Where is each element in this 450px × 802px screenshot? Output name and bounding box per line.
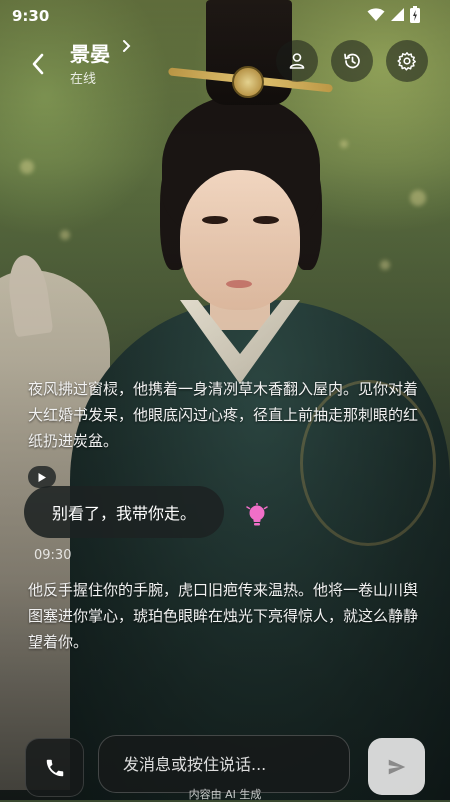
signal-icon bbox=[390, 7, 405, 26]
profile-button[interactable] bbox=[276, 40, 318, 82]
play-icon bbox=[38, 472, 46, 482]
lightbulb-icon[interactable] bbox=[246, 502, 268, 533]
online-status: 在线 bbox=[70, 72, 97, 87]
person-icon bbox=[289, 53, 305, 69]
dialogue-text: 别看了，我带你走。 bbox=[51, 504, 196, 523]
play-audio-button[interactable] bbox=[28, 466, 56, 488]
dialogue-bubble[interactable]: 别看了，我带你走。 bbox=[24, 486, 224, 538]
settings-button[interactable] bbox=[386, 40, 428, 82]
battery-icon bbox=[410, 6, 420, 27]
status-bar: 9:30 bbox=[0, 0, 450, 32]
back-icon bbox=[32, 53, 44, 75]
phone-icon bbox=[46, 759, 63, 776]
message-timestamp: 09:30 bbox=[34, 548, 72, 563]
send-icon bbox=[388, 759, 405, 774]
narration-text: 他反手握住你的手腕，虎口旧疤传来温热。他将一卷山川舆图塞进你掌心，琥珀色眼眸在烛… bbox=[28, 581, 419, 651]
narration-text: 夜风拂过窗棂，他携着一身清冽草木香翻入屋内。见你对着大红婚书发呆，他眼底闪过心疼… bbox=[28, 380, 419, 450]
message-input[interactable] bbox=[98, 735, 350, 793]
history-icon bbox=[344, 53, 360, 69]
gear-icon bbox=[397, 52, 416, 71]
status-time: 9:30 bbox=[12, 7, 50, 25]
back-button[interactable] bbox=[20, 46, 56, 82]
chevron-right-icon[interactable] bbox=[122, 38, 132, 58]
history-button[interactable] bbox=[331, 40, 373, 82]
wifi-icon bbox=[367, 7, 385, 26]
character-name[interactable]: 景晏 bbox=[70, 38, 110, 67]
